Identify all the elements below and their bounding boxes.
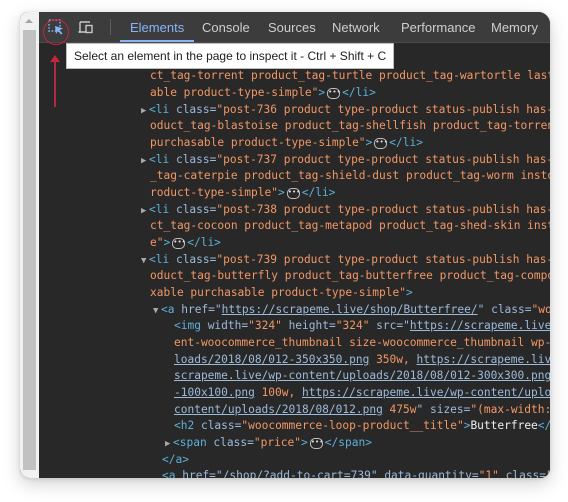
left-scrollbar[interactable] [20,12,39,478]
inspect-tooltip: Select an element in the page to inspect… [66,43,395,69]
tab-console[interactable]: Console [192,12,260,42]
dom-line[interactable]: able product-type-simple"> •••</li> [150,85,376,102]
devtools-toolbar: Elements Console Sources Network Perform… [39,12,550,43]
dom-node-h2[interactable]: <h2 class="woocommerce-loop-product__tit… [174,418,550,435]
dom-node-a-add-to-cart[interactable]: <a href="/shop/?add-to-cart=739" data-qu… [162,468,550,478]
dom-line[interactable]: oduct_tag-blastoise product_tag-shellfis… [150,118,550,135]
dom-node-li-737[interactable]: ▶ <li class="post-737 product type-produc… [141,152,550,170]
dom-line[interactable]: -100x100.png 100w, https://scrapeme.live… [174,385,550,402]
expand-triangle-icon[interactable]: ▶ [165,436,173,453]
device-toggle-icon[interactable] [77,18,95,36]
tab-network[interactable]: Network [322,12,390,42]
collapse-triangle-icon[interactable]: ▼ [153,303,161,320]
scrollbar-thumb[interactable] [23,30,36,470]
dom-line[interactable]: loads/2018/08/012-350x350.png 350w, http… [174,352,550,369]
scroll-up-arrow-icon[interactable] [25,19,33,23]
annotation-arrow [54,61,56,107]
dom-node-li-738[interactable]: ▶ <li class="post-738 product type-produc… [141,202,550,220]
highlight-circle [43,19,69,45]
dom-node-a-product[interactable]: ▼ <a href="https://scrapeme.live/shop/But… [153,302,550,320]
dom-line[interactable]: oduct_tag-butterfly product_tag-butterfr… [150,268,550,285]
devtools-window: Elements Console Sources Network Perform… [20,12,550,478]
dom-line[interactable]: scrapeme.live/wp-content/uploads/2018/08… [174,368,550,385]
ellipsis-icon[interactable]: ••• [327,87,341,99]
ellipsis-icon[interactable]: ••• [172,237,186,249]
devtools-main: Elements Console Sources Network Perform… [39,12,550,478]
dom-node-span-price[interactable]: ▶ <span class="price"> •••</span> [165,435,372,453]
dom-close-a[interactable]: </a> [162,452,189,469]
dom-node-img[interactable]: <img width="324" height="324" src="https… [174,318,550,335]
dom-line[interactable]: ct_tag-cocoon product_tag-metapod produc… [150,218,550,235]
expand-triangle-icon[interactable]: ▶ [141,153,149,170]
tab-performance[interactable]: Performance [391,12,485,42]
ellipsis-icon[interactable]: ••• [374,137,388,149]
elements-dom-tree: product status-publish has-p ct_tag-torr… [39,43,550,478]
dom-line[interactable]: roduct-type-simple"> •••</li> [150,185,335,202]
expand-triangle-icon[interactable]: ▶ [141,203,149,220]
tab-memory[interactable]: Memory [481,12,548,42]
tab-elements[interactable]: Elements [120,12,195,42]
dom-line[interactable]: purchasable product-type-simple"> •••</li… [150,135,423,152]
dom-line[interactable]: ct_tag-torrent product_tag-turtle produc… [150,68,550,85]
dom-node-li-739[interactable]: ▼ <li class="post-739 product type-produc… [141,252,550,270]
collapse-triangle-icon[interactable]: ▼ [141,253,149,270]
tab-sources[interactable]: Sources [258,12,326,42]
dom-line[interactable]: xable purchasable product-type-simple"> [150,285,413,302]
dom-line[interactable]: _tag-caterpie product_tag-shield-dust pr… [150,168,550,185]
toolbar-divider [110,19,111,35]
ellipsis-icon[interactable]: ••• [286,187,300,199]
dom-line[interactable]: ent-woocommerce_thumbnail size-woocommer… [174,335,550,352]
ellipsis-icon[interactable]: ••• [309,437,323,449]
dom-line[interactable]: e"> •••</li> [150,235,221,252]
dom-node-li-736[interactable]: ▶ <li class="post-736 product type-produc… [141,102,550,120]
expand-triangle-icon[interactable]: ▶ [141,103,149,120]
dom-line[interactable]: content/uploads/2018/08/012.png 475w" si… [174,402,550,419]
